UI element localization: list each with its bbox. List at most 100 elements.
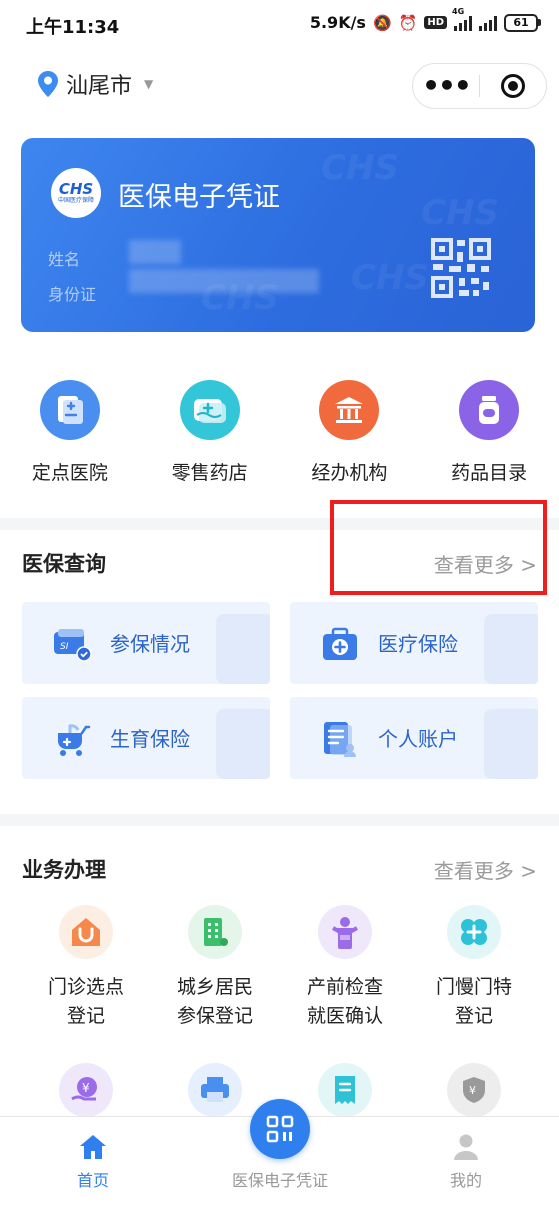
- top-header: 汕尾市 ▼ •••: [0, 58, 559, 112]
- tile-label: 生育保险: [110, 727, 190, 751]
- building-icon: [188, 905, 242, 959]
- clover-cross-icon: [447, 905, 501, 959]
- tab-e-voucher[interactable]: 医保电子凭证: [228, 1167, 332, 1191]
- network-type: 4G: [452, 6, 465, 16]
- chs-logo: CHS 中国医疗保障: [51, 168, 101, 218]
- quick-entry-hospital[interactable]: 定点医院: [0, 380, 140, 490]
- service-section-title: 业务办理: [22, 858, 106, 882]
- qr-code-icon[interactable]: [431, 238, 491, 298]
- service-label-line1: 产前检查: [306, 976, 383, 998]
- tab-mine-label: 我的: [449, 1171, 482, 1190]
- battery-level: 61: [504, 13, 538, 32]
- pharmacy-icon: [179, 380, 240, 440]
- tab-e-voucher-label: 医保电子凭证: [231, 1171, 328, 1190]
- printer-icon: [188, 1063, 242, 1117]
- name-value-masked: [129, 240, 181, 264]
- tile-label: 参保情况: [110, 632, 190, 656]
- tile-background-graphic: [216, 614, 270, 684]
- location-pin-icon: [38, 71, 58, 97]
- quick-entry-pharmacy[interactable]: 零售药店: [140, 380, 280, 490]
- quick-entry-drug-catalog[interactable]: 药品目录: [419, 380, 559, 490]
- service-label-line1: 门慢门特: [435, 976, 512, 998]
- watermark: CHS: [351, 258, 429, 298]
- medical-insurance-card[interactable]: CHS CHS CHS CHS CHS 中国医疗保障 医保电子凭证 姓名 身份证: [21, 138, 535, 332]
- city-name: 汕尾市: [66, 74, 133, 99]
- service-label-line2: 登记: [66, 1005, 105, 1027]
- query-section-title: 医保查询: [22, 552, 106, 576]
- tab-home[interactable]: 首页: [72, 1133, 114, 1191]
- network-speed: 5.9K/s: [309, 13, 366, 32]
- card-title: 医保电子凭证: [118, 182, 280, 213]
- service-resident-enrollment[interactable]: 城乡居民 参保登记: [150, 905, 280, 1031]
- service-view-more-link[interactable]: 查看更多 >: [434, 855, 537, 884]
- service-item[interactable]: ¥: [21, 1063, 151, 1117]
- service-label-line2: 参保登记: [176, 1005, 253, 1027]
- hd-badge: HD: [424, 16, 447, 29]
- tile-maternity-insurance[interactable]: 生育保险: [22, 697, 270, 779]
- service-item[interactable]: ¥: [409, 1063, 539, 1117]
- id-value-masked: [129, 269, 319, 293]
- watermark: CHS: [421, 193, 499, 233]
- tile-label: 个人账户: [378, 727, 458, 751]
- service-outpatient-registration[interactable]: 门诊选点 登记: [21, 905, 151, 1031]
- svg-text:¥: ¥: [469, 1084, 476, 1097]
- quick-entry-label: 经办机构: [311, 462, 388, 484]
- service-label-line1: 城乡居民: [176, 976, 253, 998]
- tab-mine[interactable]: 我的: [445, 1133, 487, 1191]
- status-bar: 上午11:34 5.9K/s 🔕 ⏰ HD 4G 61: [0, 0, 559, 50]
- center-qr-button[interactable]: [250, 1099, 310, 1159]
- medical-kit-icon: [323, 627, 357, 660]
- quick-entry-label: 定点医院: [31, 462, 108, 484]
- svg-text:¥: ¥: [82, 1081, 90, 1095]
- receipt-icon: [318, 1063, 372, 1117]
- qr-scan-icon: [266, 1115, 294, 1143]
- service-label-line1: 门诊选点: [47, 976, 124, 998]
- mute-icon: 🔕: [372, 13, 392, 32]
- tile-medical-insurance[interactable]: 医疗保险: [290, 602, 538, 684]
- signal-4g-icon: 4G: [452, 7, 472, 31]
- refund-icon: ¥: [447, 1063, 501, 1117]
- hospital-icon: [39, 380, 100, 440]
- quick-entry-label: 零售药店: [171, 462, 248, 484]
- service-prenatal-check[interactable]: 产前检查 就医确认: [280, 905, 410, 1031]
- battery-icon: 61: [504, 13, 541, 32]
- user-icon: [454, 1134, 478, 1160]
- signal-icon: [479, 15, 497, 31]
- tile-enrollment[interactable]: SI 参保情况: [22, 602, 270, 684]
- logo-subtext: 中国医疗保障: [57, 196, 94, 204]
- institution-icon: [319, 380, 380, 440]
- more-menu-icon[interactable]: •••: [413, 72, 479, 100]
- service-label-line2: 就医确认: [306, 1005, 383, 1027]
- target-icon: [500, 74, 525, 98]
- dropdown-caret-icon: ▼: [144, 77, 154, 91]
- home-icon: [80, 1135, 106, 1159]
- tab-home-label: 首页: [76, 1171, 109, 1190]
- tile-background-graphic: [484, 614, 538, 684]
- baby-stroller-icon: [58, 724, 91, 756]
- quick-entry-agency[interactable]: 经办机构: [280, 380, 420, 490]
- service-chronic-disease-registration[interactable]: 门慢门特 登记: [409, 905, 539, 1031]
- tile-background-graphic: [216, 709, 270, 779]
- watermark: CHS: [321, 148, 399, 188]
- house-u-icon: [59, 905, 113, 959]
- highlight-annotation-box: [330, 500, 547, 595]
- medicine-bottle-icon: [459, 380, 520, 440]
- tile-label: 医疗保险: [378, 632, 458, 656]
- quick-entry-label: 药品目录: [451, 462, 528, 484]
- status-right: 5.9K/s 🔕 ⏰ HD 4G 61: [309, 7, 541, 32]
- person-icon: [318, 905, 372, 959]
- yuan-hand-icon: ¥: [59, 1063, 113, 1117]
- id-label: 身份证: [48, 285, 97, 304]
- account-document-icon: [324, 722, 356, 757]
- tile-background-graphic: [484, 709, 538, 779]
- location-selector[interactable]: 汕尾市 ▼: [38, 68, 153, 100]
- status-time: 上午11:34: [26, 17, 120, 38]
- logo-text: CHS: [58, 179, 94, 198]
- quick-entry-row: 定点医院 零售药店 经办机构 药品目录: [0, 380, 559, 490]
- close-miniprogram-button[interactable]: [480, 74, 546, 98]
- svg-text:SI: SI: [60, 642, 69, 652]
- service-label-line2: 登记: [454, 1005, 493, 1027]
- name-label: 姓名: [48, 250, 81, 269]
- tile-personal-account[interactable]: 个人账户: [290, 697, 538, 779]
- miniprogram-capsule: •••: [412, 63, 547, 109]
